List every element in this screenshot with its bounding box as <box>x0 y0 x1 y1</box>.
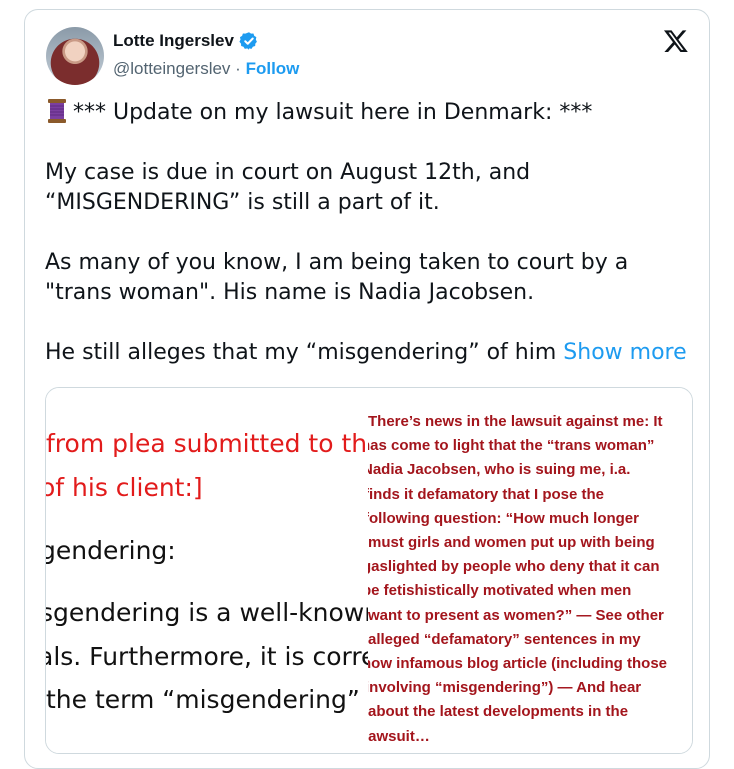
doc-line: sgendering is a well-known <box>46 598 368 627</box>
doc-line: als. Furthermore, it is corre <box>46 642 368 671</box>
tweet-media-image[interactable]: from plea submitted to the of his client… <box>45 387 693 754</box>
thread-spool-icon <box>48 99 66 123</box>
follow-link[interactable]: Follow <box>246 59 300 78</box>
blog-excerpt: There’s news in the lawsuit against me: … <box>368 388 692 753</box>
doc-line: the term “misgendering” i <box>46 685 368 714</box>
blog-line: alleged “defamatory” sentences in my <box>368 630 641 648</box>
author-handle-row: @lotteingerslev · Follow <box>113 59 299 79</box>
author-name[interactable]: Lotte Ingerslev <box>113 31 234 51</box>
verified-badge-icon[interactable] <box>239 31 259 51</box>
tweet-line-4: He still alleges that my “misgendering” … <box>45 340 557 365</box>
blog-line: want to present as women?” — See other <box>368 606 664 624</box>
tweet-line-2b: “MISGENDERING” is still a part of it. <box>45 190 440 215</box>
blog-line: has come to light that the “trans woman” <box>368 437 655 455</box>
blog-line: be fetishistically motivated when men <box>368 582 632 600</box>
tweet-paragraph-2: My case is due in court on August 12th, … <box>45 158 695 218</box>
doc-line: of his client:] <box>46 473 203 502</box>
blog-line: about the latest developments in the <box>368 703 629 721</box>
separator-dot: · <box>235 59 241 78</box>
blog-line: gaslighted by people who deny that it ca… <box>368 558 660 576</box>
legal-document-excerpt: from plea submitted to the of his client… <box>46 388 368 753</box>
tweet-line-3b: "trans woman". His name is Nadia Jacobse… <box>45 280 535 305</box>
blog-line: involving “misgendering”) — And hear <box>368 679 642 697</box>
blog-line: following question: “How much longer <box>368 509 639 527</box>
show-more-link[interactable]: Show more <box>563 340 686 365</box>
blog-line: now infamous blog article (including tho… <box>368 655 668 673</box>
tweet-paragraph-4: He still alleges that my “misgendering” … <box>45 338 695 368</box>
blog-text: There’s news in the lawsuit against me: … <box>368 410 692 749</box>
x-logo-icon[interactable] <box>662 28 690 54</box>
blog-line: must girls and women put up with being <box>368 534 655 552</box>
tweet-line-2a: My case is due in court on August 12th, … <box>45 160 531 185</box>
blog-line: finds it defamatory that I pose the <box>368 485 605 503</box>
avatar[interactable] <box>46 27 104 85</box>
author-handle[interactable]: @lotteingerslev <box>113 59 230 78</box>
tweet-text: *** Update on my lawsuit here in Denmark… <box>45 98 695 368</box>
blog-line: Nadia Jacobsen, who is suing me, i.a. <box>368 461 631 479</box>
tweet-card: Lotte Ingerslev @lotteingerslev · Follow… <box>24 9 710 769</box>
doc-line: gendering: <box>46 536 176 565</box>
blog-line: lawsuit… <box>368 727 430 745</box>
tweet-line-3a: As many of you know, I am being taken to… <box>45 250 629 275</box>
author-name-row: Lotte Ingerslev <box>113 31 259 51</box>
doc-line: from plea submitted to the <box>46 429 368 458</box>
tweet-line-1: *** Update on my lawsuit here in Denmark… <box>73 100 593 125</box>
blog-line: There’s news in the lawsuit against me: … <box>368 413 663 430</box>
tweet-paragraph-3: As many of you know, I am being taken to… <box>45 248 695 308</box>
tweet-paragraph-1: *** Update on my lawsuit here in Denmark… <box>45 98 695 128</box>
